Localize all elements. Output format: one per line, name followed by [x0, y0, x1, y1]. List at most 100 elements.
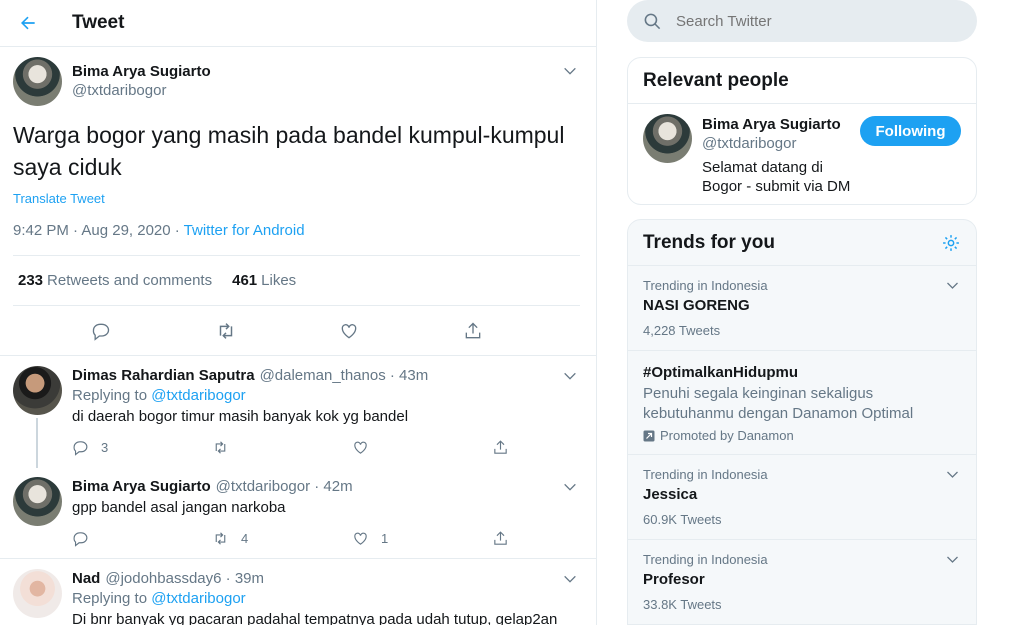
likes-count: 461 [232, 272, 258, 289]
reply-icon[interactable] [91, 320, 113, 342]
sidebar: Relevant people Bima Arya Sugiarto @txtd… [612, 0, 992, 625]
like-button[interactable]: 1 [352, 530, 492, 547]
reply-actions: 4 1 [72, 518, 582, 558]
chevron-down-icon[interactable] [562, 479, 578, 495]
like-count: 1 [381, 530, 389, 546]
reply-tweet[interactable]: Bima Arya Sugiarto @txtdaribogor · 42m g… [0, 467, 596, 559]
replying-to-link[interactable]: @txtdaribogor [151, 590, 245, 607]
trend-name: Jessica [643, 486, 698, 503]
reply-author-name[interactable]: Nad [72, 569, 100, 589]
share-icon[interactable] [463, 320, 485, 342]
translate-link[interactable]: Translate Tweet [13, 191, 582, 206]
promoted-label: Promoted by Danamon [643, 428, 961, 443]
reply-count: 3 [101, 439, 109, 455]
tweet-stats: 233 Retweets and comments 461 Likes [13, 256, 580, 306]
trends-title: Trends for you [643, 231, 775, 253]
tweet-author: Bima Arya Sugiarto @txtdaribogor [13, 57, 582, 111]
like-icon[interactable] [339, 320, 361, 342]
replying-prefix: Replying to [72, 590, 152, 607]
trend-count: 4,228 Tweets [643, 323, 721, 338]
reply-text: Di bnr banyak yg pacaran padahal tempatn… [72, 611, 558, 625]
reply-icon [73, 531, 88, 547]
chevron-down-icon[interactable] [945, 467, 960, 482]
reply-author-handle[interactable]: @jodohbassday6 · 39m [105, 569, 264, 589]
chevron-down-icon[interactable] [562, 368, 578, 384]
retweet-button[interactable] [212, 439, 352, 456]
reply-author-name[interactable]: Dimas Rahardian Saputra [72, 366, 255, 386]
person-item[interactable]: Bima Arya Sugiarto @txtdaribogor Selamat… [628, 104, 976, 204]
gear-icon[interactable] [941, 233, 961, 253]
trend-context: Trending in Indonesia [643, 552, 768, 567]
tweet-text: Warga bogor yang masih pada bandel kumpu… [13, 122, 565, 180]
search-icon [643, 12, 662, 31]
trend-item-promoted[interactable]: #OptimalkanHidupmu Penuhi segala keingin… [628, 351, 976, 455]
reply-actions: 3 [72, 427, 582, 467]
retweet-button[interactable]: 4 [212, 530, 352, 547]
retweet-count: 4 [241, 530, 249, 546]
trends-card: Trends for you Trending in Indonesia NAS… [627, 219, 977, 625]
relevant-people-title: Relevant people [628, 58, 976, 104]
reply-icon [73, 440, 88, 456]
chevron-down-icon[interactable] [562, 571, 578, 587]
trend-name: Profesor [643, 571, 705, 588]
likes-stat[interactable]: 461 Likes [232, 272, 296, 289]
tweet-meta: 9:42 PM · Aug 29, 2020 · Twitter for And… [13, 222, 580, 256]
promoted-text: Promoted by Danamon [660, 428, 794, 443]
avatar[interactable] [13, 366, 62, 415]
trend-item[interactable]: Trending in Indonesia Profesor 33.8K Twe… [628, 540, 976, 625]
avatar[interactable] [13, 57, 62, 106]
chevron-down-icon[interactable] [562, 63, 578, 79]
avatar[interactable] [643, 114, 692, 163]
person-handle[interactable]: @txtdaribogor [702, 134, 860, 154]
replying-prefix: Replying to [72, 387, 152, 404]
likes-label: Likes [261, 272, 297, 289]
trend-count: 60.9K Tweets [643, 512, 722, 527]
retweet-icon[interactable] [215, 320, 237, 342]
trend-item[interactable]: Trending in Indonesia Jessica 60.9K Twee… [628, 455, 976, 540]
person-bio: Selamat datang di Bogor - submit via DM [702, 159, 851, 195]
share-icon [494, 530, 507, 545]
retweets-count: 233 [18, 272, 44, 289]
back-arrow-icon[interactable] [18, 13, 38, 33]
share-button[interactable] [492, 530, 521, 547]
trend-count: 33.8K Tweets [643, 597, 722, 612]
trend-context: Trending in Indonesia [643, 278, 768, 293]
reply-author-handle[interactable]: @daleman_thanos · 43m [260, 366, 429, 386]
reply-author-name[interactable]: Bima Arya Sugiarto [72, 477, 211, 497]
chevron-down-icon[interactable] [945, 278, 960, 293]
reply-tweet[interactable]: Dimas Rahardian Saputra @daleman_thanos … [0, 356, 596, 468]
reply-tweet[interactable]: Nad @jodohbassday6 · 39m Replying to @tx… [0, 559, 596, 625]
replying-to-link[interactable]: @txtdaribogor [151, 387, 245, 404]
retweets-stat[interactable]: 233 Retweets and comments [18, 272, 212, 289]
trend-context: Trending in Indonesia [643, 467, 768, 482]
reply-author-handle[interactable]: @txtdaribogor · 42m [216, 477, 353, 497]
like-button[interactable] [352, 439, 492, 456]
trend-item[interactable]: Trending in Indonesia NASI GORENG 4,228 … [628, 266, 976, 351]
following-button[interactable]: Following [860, 116, 961, 146]
trend-description: Penuhi segala keinginan sekaligus kebutu… [643, 385, 914, 422]
reply-button[interactable] [72, 530, 212, 547]
retweet-icon [215, 440, 226, 454]
trend-name: NASI GORENG [643, 297, 750, 314]
author-handle[interactable]: @txtdaribogor [72, 81, 211, 101]
thread-line [36, 418, 38, 468]
trends-header: Trends for you [628, 220, 976, 266]
promoted-icon [643, 430, 655, 441]
main-tweet: Bima Arya Sugiarto @txtdaribogor Warga b… [0, 47, 596, 356]
person-name[interactable]: Bima Arya Sugiarto [702, 116, 860, 134]
author-name[interactable]: Bima Arya Sugiarto [72, 63, 211, 81]
tweet-time[interactable]: 9:42 PM · Aug 29, 2020 · [13, 222, 184, 239]
tweet-source[interactable]: Twitter for Android [184, 222, 305, 239]
share-icon [494, 439, 507, 454]
tweet-actions [0, 306, 596, 356]
avatar[interactable] [13, 477, 62, 526]
retweets-label: Retweets and comments [47, 272, 213, 289]
reply-text: di daerah bogor timur masih banyak kok y… [72, 408, 409, 425]
reply-button[interactable]: 3 [72, 439, 212, 456]
replying-to: Replying to @txtdaribogor [72, 589, 582, 609]
share-button[interactable] [492, 439, 521, 456]
avatar[interactable] [13, 569, 62, 618]
chevron-down-icon[interactable] [945, 552, 960, 567]
search-box[interactable] [627, 0, 977, 42]
search-input[interactable] [676, 12, 936, 30]
